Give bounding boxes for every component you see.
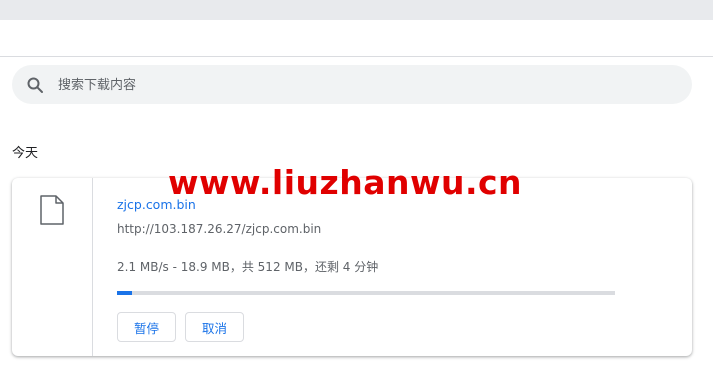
- pause-button[interactable]: 暂停: [117, 312, 176, 342]
- search-icon[interactable]: [26, 76, 44, 94]
- search-input[interactable]: [56, 74, 660, 96]
- download-progress-fill: [117, 291, 132, 295]
- header-divider: [0, 56, 713, 57]
- download-progress-bar: [117, 291, 615, 295]
- file-icon-column: [12, 178, 93, 356]
- search-box[interactable]: [12, 65, 692, 104]
- watermark-text: www.liuzhanwu.cn: [168, 163, 523, 202]
- date-section-label: 今天: [12, 146, 39, 161]
- download-status-text: 2.1 MB/s - 18.9 MB，共 512 MB，还剩 4 分钟: [117, 260, 379, 274]
- file-icon: [40, 195, 64, 225]
- download-source-url[interactable]: http://103.187.26.27/zjcp.com.bin: [117, 222, 321, 236]
- cancel-button[interactable]: 取消: [185, 312, 244, 342]
- download-item-card: zjcp.com.bin http://103.187.26.27/zjcp.c…: [12, 178, 692, 356]
- top-bar: [0, 0, 713, 20]
